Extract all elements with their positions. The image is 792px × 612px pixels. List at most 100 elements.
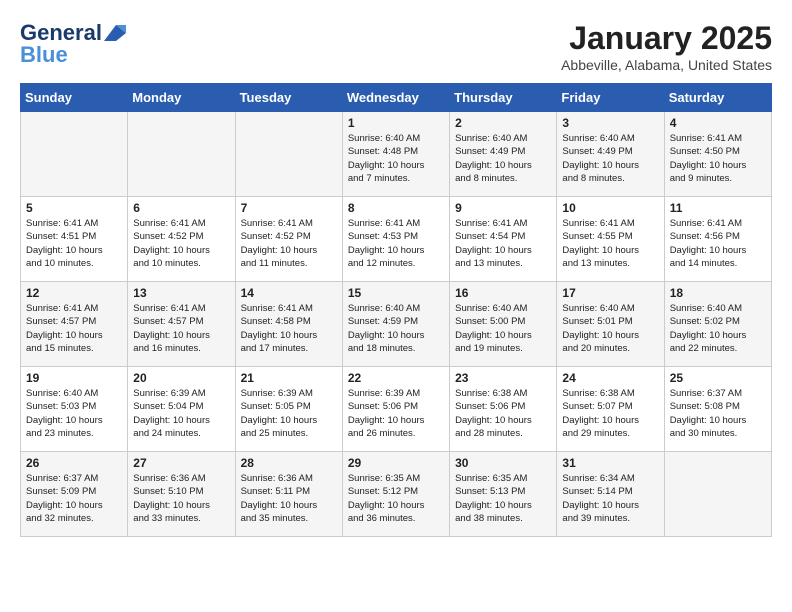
day-number: 6: [133, 201, 229, 215]
calendar-cell: 2Sunrise: 6:40 AMSunset: 4:49 PMDaylight…: [450, 112, 557, 197]
calendar-cell: [21, 112, 128, 197]
day-info: Sunrise: 6:40 AMSunset: 5:01 PMDaylight:…: [562, 302, 658, 355]
calendar-week-3: 12 Sunrise: 6:41 AMSunset: 4:57 PMDayligh…: [21, 282, 772, 367]
day-info: Sunrise: 6:41 AMSunset: 4:53 PMDaylight:…: [348, 217, 444, 270]
day-number: 28: [241, 456, 337, 470]
calendar-cell: 5 Sunrise: 6:41 AMSunset: 4:51 PMDaylight…: [21, 197, 128, 282]
page-header: General Blue January 2025 Abbeville, Ala…: [20, 20, 772, 73]
day-number: 13: [133, 286, 229, 300]
day-info: Sunrise: 6:41 AMSunset: 4:57 PMDaylight:…: [133, 302, 229, 355]
day-number: 18: [670, 286, 766, 300]
calendar-week-5: 26 Sunrise: 6:37 AMSunset: 5:09 PMDayligh…: [21, 452, 772, 537]
calendar-cell: 13 Sunrise: 6:41 AMSunset: 4:57 PMDayligh…: [128, 282, 235, 367]
calendar-cell: 15 Sunrise: 6:40 AMSunset: 4:59 PMDayligh…: [342, 282, 449, 367]
month-title: January 2025: [561, 20, 772, 57]
logo-icon: [104, 25, 126, 41]
calendar-body: 1 Sunrise: 6:40 AMSunset: 4:48 PMDaylight…: [21, 112, 772, 537]
day-info: Sunrise: 6:38 AMSunset: 5:06 PMDaylight:…: [455, 387, 551, 440]
day-number: 29: [348, 456, 444, 470]
calendar-cell: 3 Sunrise: 6:40 AMSunset: 4:49 PMDaylight…: [557, 112, 664, 197]
day-info: Sunrise: 6:40 AMSunset: 4:49 PMDaylight:…: [455, 132, 551, 185]
calendar-cell: 10 Sunrise: 6:41 AMSunset: 4:55 PMDayligh…: [557, 197, 664, 282]
weekday-header-monday: Monday: [128, 84, 235, 112]
weekday-header-tuesday: Tuesday: [235, 84, 342, 112]
location: Abbeville, Alabama, United States: [561, 57, 772, 73]
day-info: Sunrise: 6:39 AMSunset: 5:04 PMDaylight:…: [133, 387, 229, 440]
day-info: Sunrise: 6:36 AMSunset: 5:10 PMDaylight:…: [133, 472, 229, 525]
day-info: Sunrise: 6:41 AMSunset: 4:50 PMDaylight:…: [670, 132, 766, 185]
day-info: Sunrise: 6:41 AMSunset: 4:58 PMDaylight:…: [241, 302, 337, 355]
day-number: 8: [348, 201, 444, 215]
calendar-cell: 30Sunrise: 6:35 AMSunset: 5:13 PMDayligh…: [450, 452, 557, 537]
title-block: January 2025 Abbeville, Alabama, United …: [561, 20, 772, 73]
day-info: Sunrise: 6:41 AMSunset: 4:57 PMDaylight:…: [26, 302, 122, 355]
weekday-header-sunday: Sunday: [21, 84, 128, 112]
day-info: Sunrise: 6:37 AMSunset: 5:09 PMDaylight:…: [26, 472, 122, 525]
calendar-cell: 9 Sunrise: 6:41 AMSunset: 4:54 PMDaylight…: [450, 197, 557, 282]
day-info: Sunrise: 6:40 AMSunset: 5:02 PMDaylight:…: [670, 302, 766, 355]
calendar-week-1: 1 Sunrise: 6:40 AMSunset: 4:48 PMDaylight…: [21, 112, 772, 197]
day-number: 31: [562, 456, 658, 470]
day-info: Sunrise: 6:41 AMSunset: 4:55 PMDaylight:…: [562, 217, 658, 270]
calendar-cell: 26 Sunrise: 6:37 AMSunset: 5:09 PMDayligh…: [21, 452, 128, 537]
day-number: 16: [455, 286, 551, 300]
calendar-cell: 21 Sunrise: 6:39 AMSunset: 5:05 PMDayligh…: [235, 367, 342, 452]
day-info: Sunrise: 6:40 AMSunset: 4:49 PMDaylight:…: [562, 132, 658, 185]
weekday-header-saturday: Saturday: [664, 84, 771, 112]
day-number: 25: [670, 371, 766, 385]
calendar-cell: 18 Sunrise: 6:40 AMSunset: 5:02 PMDayligh…: [664, 282, 771, 367]
day-info: Sunrise: 6:36 AMSunset: 5:11 PMDaylight:…: [241, 472, 337, 525]
calendar-cell: 23 Sunrise: 6:38 AMSunset: 5:06 PMDayligh…: [450, 367, 557, 452]
day-number: 27: [133, 456, 229, 470]
weekday-header-row: SundayMondayTuesdayWednesdayThursdayFrid…: [21, 84, 772, 112]
day-number: 7: [241, 201, 337, 215]
calendar-cell: [664, 452, 771, 537]
weekday-header-wednesday: Wednesday: [342, 84, 449, 112]
day-info: Sunrise: 6:34 AMSunset: 5:14 PMDaylight:…: [562, 472, 658, 525]
day-info: Sunrise: 6:41 AMSunset: 4:54 PMDaylight:…: [455, 217, 551, 270]
calendar-cell: 17 Sunrise: 6:40 AMSunset: 5:01 PMDayligh…: [557, 282, 664, 367]
calendar-cell: 22Sunrise: 6:39 AMSunset: 5:06 PMDayligh…: [342, 367, 449, 452]
day-number: 21: [241, 371, 337, 385]
day-number: 12: [26, 286, 122, 300]
calendar-cell: 28 Sunrise: 6:36 AMSunset: 5:11 PMDayligh…: [235, 452, 342, 537]
day-info: Sunrise: 6:38 AMSunset: 5:07 PMDaylight:…: [562, 387, 658, 440]
day-number: 5: [26, 201, 122, 215]
day-number: 30: [455, 456, 551, 470]
calendar-cell: 14 Sunrise: 6:41 AMSunset: 4:58 PMDayligh…: [235, 282, 342, 367]
day-info: Sunrise: 6:40 AMSunset: 4:59 PMDaylight:…: [348, 302, 444, 355]
day-info: Sunrise: 6:41 AMSunset: 4:51 PMDaylight:…: [26, 217, 122, 270]
day-number: 11: [670, 201, 766, 215]
day-number: 1: [348, 116, 444, 130]
calendar-week-4: 19Sunrise: 6:40 AMSunset: 5:03 PMDayligh…: [21, 367, 772, 452]
calendar-cell: 8 Sunrise: 6:41 AMSunset: 4:53 PMDaylight…: [342, 197, 449, 282]
logo-blue: Blue: [20, 42, 68, 68]
day-number: 17: [562, 286, 658, 300]
day-number: 3: [562, 116, 658, 130]
calendar-cell: 7 Sunrise: 6:41 AMSunset: 4:52 PMDaylight…: [235, 197, 342, 282]
day-info: Sunrise: 6:41 AMSunset: 4:52 PMDaylight:…: [241, 217, 337, 270]
calendar-cell: [128, 112, 235, 197]
calendar-cell: [235, 112, 342, 197]
calendar-cell: 20 Sunrise: 6:39 AMSunset: 5:04 PMDayligh…: [128, 367, 235, 452]
day-number: 26: [26, 456, 122, 470]
calendar-table: SundayMondayTuesdayWednesdayThursdayFrid…: [20, 83, 772, 537]
day-number: 23: [455, 371, 551, 385]
calendar-cell: 24Sunrise: 6:38 AMSunset: 5:07 PMDayligh…: [557, 367, 664, 452]
calendar-cell: 19Sunrise: 6:40 AMSunset: 5:03 PMDayligh…: [21, 367, 128, 452]
day-number: 14: [241, 286, 337, 300]
calendar-cell: 1 Sunrise: 6:40 AMSunset: 4:48 PMDaylight…: [342, 112, 449, 197]
day-info: Sunrise: 6:41 AMSunset: 4:52 PMDaylight:…: [133, 217, 229, 270]
day-number: 9: [455, 201, 551, 215]
day-info: Sunrise: 6:40 AMSunset: 4:48 PMDaylight:…: [348, 132, 444, 185]
day-number: 10: [562, 201, 658, 215]
day-number: 15: [348, 286, 444, 300]
day-info: Sunrise: 6:39 AMSunset: 5:05 PMDaylight:…: [241, 387, 337, 440]
day-number: 20: [133, 371, 229, 385]
calendar-cell: 12 Sunrise: 6:41 AMSunset: 4:57 PMDayligh…: [21, 282, 128, 367]
day-info: Sunrise: 6:35 AMSunset: 5:12 PMDaylight:…: [348, 472, 444, 525]
day-info: Sunrise: 6:40 AMSunset: 5:00 PMDaylight:…: [455, 302, 551, 355]
calendar-cell: 27 Sunrise: 6:36 AMSunset: 5:10 PMDayligh…: [128, 452, 235, 537]
calendar-cell: 16 Sunrise: 6:40 AMSunset: 5:00 PMDayligh…: [450, 282, 557, 367]
day-number: 4: [670, 116, 766, 130]
